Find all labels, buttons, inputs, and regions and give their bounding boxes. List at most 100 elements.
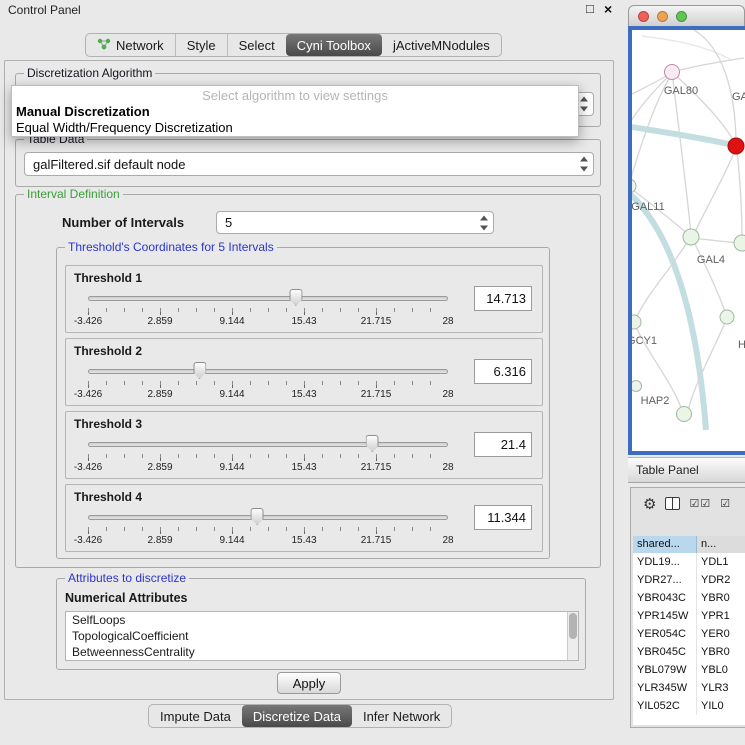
network-edge[interactable] <box>677 58 744 71</box>
slider-minor-ticks <box>88 527 448 531</box>
network-canvas[interactable]: GAL80 GA GAL11 GAL4 GCY1 H HAP2 <box>628 26 745 455</box>
list-item[interactable]: TopologicalCoefficient <box>66 628 578 644</box>
threshold-1-label: Threshold 1 <box>74 271 142 285</box>
network-node-selected[interactable] <box>728 138 744 154</box>
tab-style[interactable]: Style <box>175 34 227 56</box>
node-label: GAL4 <box>697 254 725 266</box>
table-row[interactable]: YER054CYER0 <box>633 625 745 643</box>
network-node[interactable] <box>632 381 642 392</box>
node-attribute-table: shared... n... YDL19...YDL1 YDR27...YDR2… <box>633 536 745 725</box>
threshold-4-slider[interactable]: -3.426 2.859 9.144 15.43 21.715 28 <box>88 507 448 549</box>
network-node[interactable] <box>683 229 699 245</box>
table-data-group: Table Data galFiltered.sif default node <box>15 139 601 187</box>
number-of-intervals-combobox[interactable]: 5 <box>216 211 494 234</box>
close-icon[interactable]: × <box>604 1 612 17</box>
column-header-name[interactable]: n... <box>697 536 745 553</box>
table-row[interactable]: YPR145WYPR1 <box>633 607 745 625</box>
network-edge[interactable] <box>632 75 668 96</box>
tab-cyni-toolbox[interactable]: Cyni Toolbox <box>286 34 382 56</box>
table-row[interactable]: YBR043CYBR0 <box>633 589 745 607</box>
threshold-panel-2: Threshold 2 -3.426 2.859 9.144 15.43 21.… <box>65 338 543 406</box>
tab-impute-data[interactable]: Impute Data <box>149 705 242 727</box>
threshold-4-value-field[interactable] <box>474 505 532 530</box>
list-scrollbar[interactable] <box>567 612 578 660</box>
dropdown-option-manual-discretization[interactable]: Manual Discretization <box>12 104 578 120</box>
scale-label: -3.426 <box>74 316 102 327</box>
float-window-icon[interactable]: □ <box>586 1 594 16</box>
columns-icon[interactable] <box>665 497 680 510</box>
tab-network-label: Network <box>116 38 164 53</box>
network-node[interactable] <box>632 315 641 329</box>
slider-thumb[interactable] <box>193 362 206 379</box>
slider-track[interactable] <box>88 369 448 374</box>
table-row[interactable]: YBR045CYBR0 <box>633 643 745 661</box>
scale-label: 21.715 <box>361 462 392 473</box>
slider-track[interactable] <box>88 296 448 301</box>
network-edge[interactable] <box>672 72 734 142</box>
tab-jactivemnodules[interactable]: jActiveMNodules <box>382 34 501 56</box>
node-label: HAP2 <box>641 395 670 407</box>
gear-icon[interactable]: ⚙ <box>643 495 656 513</box>
threshold-3-value-field[interactable] <box>474 432 532 457</box>
list-item[interactable]: SelfLoops <box>66 612 578 628</box>
thresholds-group: Threshold's Coordinates for 5 Intervals … <box>56 247 550 559</box>
column-header-shared-name[interactable]: shared... <box>633 536 697 553</box>
list-item[interactable]: BetweennessCentrality <box>66 644 578 660</box>
mac-zoom-button[interactable] <box>676 11 687 22</box>
network-edge[interactable] <box>693 240 726 314</box>
table-data-combobox[interactable]: galFiltered.sif default node <box>24 152 594 176</box>
table-row[interactable]: YDL19...YDL1 <box>633 553 745 571</box>
threshold-panel-4: Threshold 4 -3.426 2.859 9.144 15.43 21.… <box>65 484 543 552</box>
network-view-window: GAL80 GA GAL11 GAL4 GCY1 H HAP2 <box>628 5 745 455</box>
dropdown-option-equal-width-frequency[interactable]: Equal Width/Frequency Discretization <box>12 120 578 136</box>
threshold-4-label: Threshold 4 <box>74 490 142 504</box>
slider-track[interactable] <box>88 515 448 520</box>
scale-label: 21.715 <box>361 316 392 327</box>
tab-infer-network[interactable]: Infer Network <box>352 705 451 727</box>
table-panel-toolbar: ⚙ ☑☑ ☑ <box>631 488 745 519</box>
attributes-group-title: Attributes to discretize <box>65 571 189 585</box>
table-row[interactable]: YIL052CYIL0 <box>633 697 745 715</box>
scale-label: 15.43 <box>291 389 316 400</box>
network-icon <box>97 38 111 53</box>
slider-thumb[interactable] <box>251 508 264 525</box>
network-edge[interactable] <box>737 150 742 239</box>
network-node[interactable] <box>632 179 636 193</box>
slider-thumb[interactable] <box>289 289 302 306</box>
table-row[interactable]: YLR345WYLR3 <box>633 679 745 697</box>
scrollbar-thumb[interactable] <box>569 613 577 639</box>
scale-label: 9.144 <box>219 316 244 327</box>
threshold-2-value-field[interactable] <box>474 359 532 384</box>
slider-thumb[interactable] <box>366 435 379 452</box>
slider-track[interactable] <box>88 442 448 447</box>
tab-select[interactable]: Select <box>227 34 286 56</box>
mac-close-button[interactable] <box>638 11 649 22</box>
node-label: GA <box>732 91 745 103</box>
network-node[interactable] <box>665 65 680 80</box>
table-row[interactable]: YDR27...YDR2 <box>633 571 745 589</box>
network-node[interactable] <box>677 407 692 422</box>
combobox-stepper-icon <box>578 97 589 112</box>
apply-button[interactable]: Apply <box>277 672 341 694</box>
table-panel-header: Table Panel <box>628 457 745 483</box>
tab-discretize-data[interactable]: Discretize Data <box>242 705 352 727</box>
network-window-titlebar <box>628 5 745 26</box>
threshold-1-value-field[interactable] <box>474 286 532 311</box>
mac-minimize-button[interactable] <box>657 11 668 22</box>
threshold-3-slider[interactable]: -3.426 2.859 9.144 15.43 21.715 28 <box>88 434 448 476</box>
network-edge[interactable] <box>694 148 736 234</box>
slider-scale: -3.426 2.859 9.144 15.43 21.715 28 <box>88 389 448 401</box>
table-row[interactable]: YBL079WYBL0 <box>633 661 745 679</box>
number-of-intervals-value: 5 <box>225 215 232 230</box>
slider-scale: -3.426 2.859 9.144 15.43 21.715 28 <box>88 535 448 547</box>
network-node[interactable] <box>734 235 745 251</box>
network-node[interactable] <box>720 310 734 324</box>
threshold-2-slider[interactable]: -3.426 2.859 9.144 15.43 21.715 28 <box>88 361 448 403</box>
select-columns-icon[interactable]: ☑☑ <box>689 497 711 510</box>
tab-network[interactable]: Network <box>86 34 175 56</box>
numerical-attributes-label: Numerical Attributes <box>65 591 187 605</box>
toolbar-icon-cut[interactable]: ☑ <box>720 497 731 510</box>
scale-label: 15.43 <box>291 462 316 473</box>
numerical-attributes-list: SelfLoops TopologicalCoefficient Between… <box>65 611 579 661</box>
threshold-1-slider[interactable]: -3.426 2.859 9.144 15.43 21.715 28 <box>88 288 448 330</box>
